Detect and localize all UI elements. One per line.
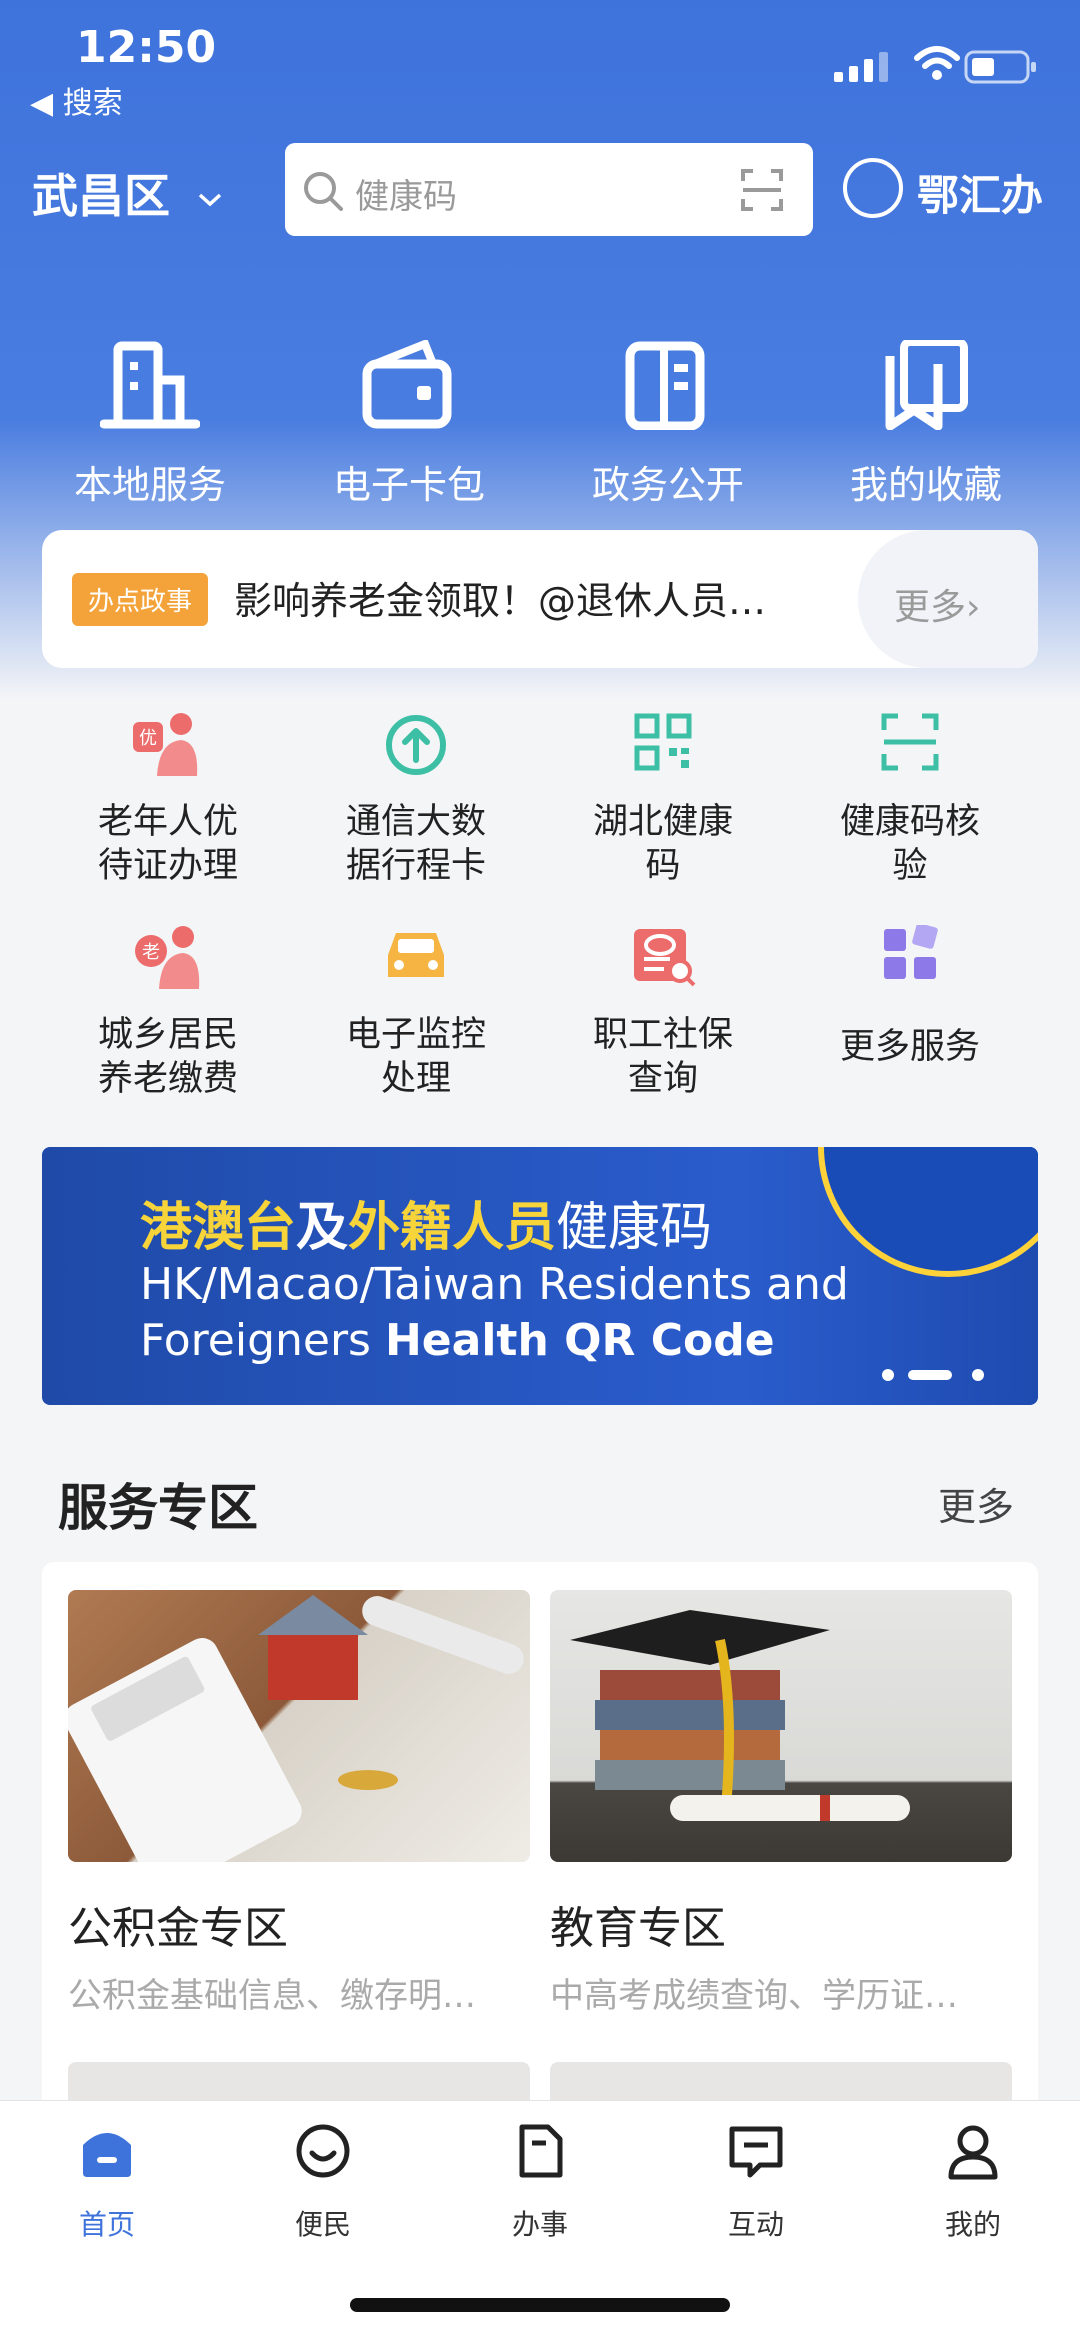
- tab-label: 首页: [78, 2208, 135, 2241]
- grid-item-traffic[interactable]: 电子监控处理: [293, 925, 539, 1101]
- zone-card-housing-fund[interactable]: 公积金专区 公积金基础信息、缴存明…: [68, 1590, 530, 2017]
- document-icon: [625, 341, 705, 430]
- tab-label: 我的: [944, 2208, 1001, 2241]
- social-security-icon: [634, 929, 696, 987]
- tab-home[interactable]: 首页: [32, 2121, 182, 2243]
- brand-name: 鄂汇办: [917, 171, 1044, 220]
- seal-icon: [843, 158, 903, 218]
- scan-icon: [881, 713, 939, 771]
- section-title: 服务专区: [58, 1479, 258, 1537]
- status-bar: 12:50 ◀ 搜索: [0, 0, 1080, 130]
- svg-text:老: 老: [142, 942, 160, 963]
- tab-label: 办事: [511, 2208, 568, 2241]
- district-label: 武昌区: [32, 169, 170, 223]
- grid-item-label: 健康码核验: [839, 802, 980, 886]
- promo-banner[interactable]: 港澳台及外籍人员健康码 HK/Macao/Taiwan Residents an…: [42, 1147, 1038, 1405]
- top-service-public[interactable]: 政务公开: [568, 340, 768, 509]
- grid-item-label: 电子监控处理: [345, 1015, 486, 1099]
- svg-text:优: 优: [139, 728, 157, 749]
- education-image: [550, 1590, 1012, 1862]
- grid-item-code-verify[interactable]: 健康码核验: [787, 712, 1033, 888]
- top-service-wallet[interactable]: 电子卡包: [309, 340, 509, 509]
- file-icon: [519, 2124, 563, 2178]
- grid-item-trip-card[interactable]: 通信大数据行程卡: [293, 712, 539, 888]
- upload-arrow-icon: [386, 715, 446, 775]
- banner-subtitle-2: Foreigners Health QR Code: [140, 1315, 775, 1366]
- grid-item-social-security[interactable]: 职工社保查询: [540, 925, 786, 1101]
- tab-convenience[interactable]: 便民: [248, 2121, 398, 2243]
- tab-label: 互动: [727, 2208, 784, 2241]
- user-icon: [948, 2125, 998, 2180]
- home-icon: [83, 2133, 131, 2177]
- pension-icon: 老: [135, 926, 200, 989]
- more-apps-icon: [884, 925, 938, 979]
- tab-services[interactable]: 办事: [465, 2121, 615, 2243]
- scan-icon[interactable]: [741, 169, 783, 211]
- elderly-icon: 优: [133, 713, 198, 776]
- notice-more-link[interactable]: 更多›: [858, 530, 1038, 668]
- housing-fund-image: [68, 1590, 530, 1862]
- notice-headline[interactable]: 影响养老金领取！@退休人员…: [234, 570, 766, 625]
- smile-icon: [296, 2124, 350, 2178]
- top-service-local[interactable]: 本地服务: [50, 340, 250, 509]
- section-more-link[interactable]: 更多: [938, 1476, 1014, 1531]
- grid-item-label: 城乡居民养老缴费: [97, 1015, 238, 1099]
- banner-subtitle: HK/Macao/Taiwan Residents and: [140, 1259, 849, 1310]
- calculator-house-illustration: [68, 1595, 524, 1862]
- tab-interact[interactable]: 互动: [681, 2121, 831, 2243]
- building-icon: [100, 341, 200, 429]
- card-subtitle: 中高考成绩查询、学历证…: [550, 1976, 958, 2016]
- chevron-down-icon: [198, 193, 222, 206]
- grid-item-label: 老年人优待证办理: [97, 802, 238, 886]
- notice-bar[interactable]: 办点政事 影响养老金领取！@退休人员… 更多›: [42, 530, 1038, 668]
- top-service-label: 政务公开: [591, 463, 744, 507]
- top-service-label: 我的收藏: [849, 463, 1002, 507]
- search-placeholder: 健康码: [355, 177, 457, 217]
- back-to-search-link[interactable]: ◀ 搜索: [30, 78, 123, 122]
- tab-profile[interactable]: 我的: [898, 2121, 1048, 2243]
- carousel-indicator: [882, 1369, 984, 1381]
- search-icon: [304, 172, 343, 211]
- card-title: 公积金专区: [68, 1903, 288, 1954]
- grid-item-label: 更多服务: [839, 1027, 980, 1067]
- signal-icon: [834, 52, 888, 82]
- chat-icon: [729, 2126, 783, 2178]
- grid-item-pension[interactable]: 老 城乡居民养老缴费: [45, 925, 291, 1101]
- grid-item-label: 湖北健康码: [592, 802, 733, 886]
- bookmark-icon: [885, 340, 968, 430]
- globe-graphic: [818, 1147, 1038, 1277]
- graduation-cap-illustration: [570, 1610, 910, 1821]
- status-time: 12:50: [76, 22, 217, 73]
- tab-label: 便民: [294, 2208, 351, 2241]
- grid-item-label: 职工社保查询: [592, 1015, 733, 1099]
- home-indicator: [350, 2298, 730, 2312]
- qr-code-icon: [634, 713, 692, 771]
- top-service-label: 电子卡包: [332, 463, 485, 507]
- zone-card-education[interactable]: 教育专区 中高考成绩查询、学历证…: [550, 1590, 1012, 2017]
- grid-item-more-services[interactable]: 更多服务: [787, 925, 1033, 1069]
- card-subtitle: 公积金基础信息、缴存明…: [68, 1976, 476, 2016]
- grid-item-elderly-card[interactable]: 优 老年人优待证办理: [45, 712, 291, 888]
- wifi-icon: [914, 46, 960, 80]
- notice-badge: 办点政事: [72, 573, 209, 626]
- service-zone-panel: 公积金专区 公积金基础信息、缴存明… 教育专区 中高考成绩查询、学历证…: [42, 1562, 1038, 2122]
- wallet-icon: [362, 340, 452, 429]
- grid-item-label: 通信大数据行程卡: [345, 802, 486, 886]
- top-service-favorites[interactable]: 我的收藏: [826, 340, 1026, 509]
- search-input[interactable]: 健康码: [285, 143, 813, 236]
- top-service-label: 本地服务: [73, 463, 226, 507]
- car-icon: [388, 933, 444, 977]
- battery-icon: [964, 50, 1036, 84]
- card-title: 教育专区: [550, 1903, 726, 1954]
- grid-item-health-code[interactable]: 湖北健康码: [540, 712, 786, 888]
- district-selector[interactable]: 武昌区: [32, 160, 224, 226]
- banner-title: 港澳台及外籍人员健康码: [140, 1198, 713, 1258]
